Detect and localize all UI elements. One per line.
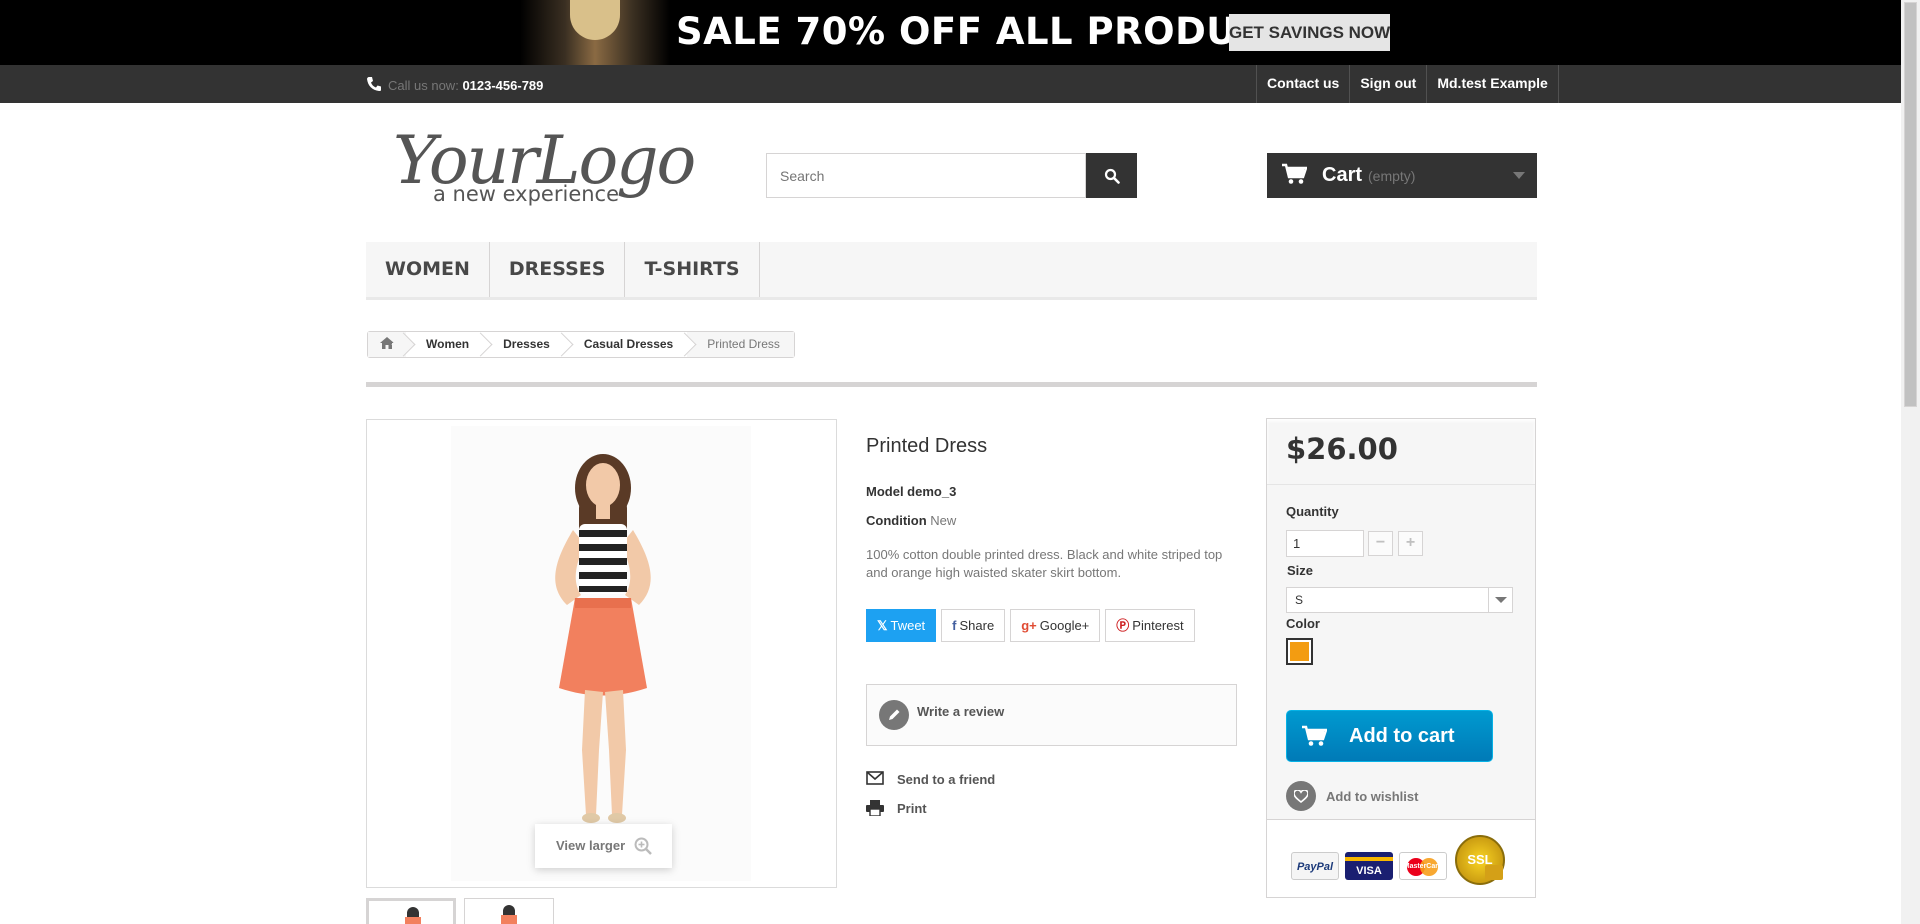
view-larger-label: View larger [556, 838, 626, 853]
banner-model-image [520, 0, 670, 65]
google-label: Google+ [1039, 618, 1090, 633]
cart-icon [1302, 725, 1327, 746]
social-share: 𝕏 Tweet f Share g+ Google+ Ⓟ Pinterest [866, 609, 1195, 642]
heart-icon [1286, 781, 1316, 811]
search-button[interactable] [1086, 153, 1137, 198]
call-us: Call us now: 0123-456-789 [366, 76, 543, 93]
google-plus-button[interactable]: g+ Google+ [1010, 609, 1101, 642]
phone-icon [367, 77, 381, 91]
color-label: Color [1286, 616, 1320, 631]
share-label: Share [959, 618, 995, 633]
price-area: $26.00 [1267, 419, 1535, 485]
thumbnail-2[interactable] [464, 898, 554, 924]
call-label: Call us now: [388, 78, 459, 93]
page-scrollbar[interactable] [1901, 0, 1920, 924]
print-label: Print [897, 801, 927, 816]
quantity-increase-button[interactable]: + [1398, 531, 1423, 556]
chevron-down-icon [1488, 588, 1512, 612]
quantity-input[interactable]: 1 [1286, 530, 1364, 557]
breadcrumb-dresses[interactable]: Dresses [483, 332, 564, 357]
tweet-button[interactable]: 𝕏 Tweet [866, 609, 937, 642]
main-menu: WOMEN DRESSES T-SHIRTS [366, 242, 1537, 300]
search-icon [1104, 168, 1120, 184]
printer-icon [866, 800, 884, 816]
quantity-label: Quantity [1286, 504, 1339, 519]
facebook-icon: f [952, 618, 957, 633]
color-swatch-orange[interactable] [1286, 638, 1313, 665]
breadcrumb-women[interactable]: Women [406, 332, 484, 357]
envelope-icon [866, 771, 884, 785]
product-title: Printed Dress [866, 435, 988, 457]
cart-label: Cart [1322, 164, 1363, 186]
top-navbar: Call us now: 0123-456-789 Contact us Sig… [0, 65, 1901, 103]
twitter-icon: 𝕏 [877, 618, 888, 633]
swatch-fill [1290, 642, 1309, 661]
wishlist-label: Add to wishlist [1326, 789, 1419, 804]
get-savings-button[interactable]: GET SAVINGS NOW [1229, 14, 1390, 51]
pencil-icon [879, 700, 909, 730]
breadcrumb-casual-dresses[interactable]: Casual Dresses [563, 332, 688, 357]
product-price: $26.00 [1286, 432, 1398, 466]
product-photo [555, 454, 651, 823]
page: SALE 70% OFF ALL PRODUCTS GET SAVINGS NO… [0, 0, 1920, 924]
size-label: Size [1287, 563, 1314, 578]
google-plus-icon: g+ [1021, 618, 1037, 633]
breadcrumb-home[interactable] [368, 332, 406, 357]
view-larger-button[interactable]: View larger [535, 824, 672, 868]
thumbnail-1[interactable] [366, 898, 456, 924]
size-value: S [1295, 593, 1304, 607]
product-condition: Condition New [866, 513, 956, 528]
buy-box: $26.00 Quantity 1 − + Size S Color Add t… [1266, 418, 1536, 898]
menu-item-dresses[interactable]: DRESSES [490, 242, 626, 297]
phone-number: 0123-456-789 [462, 78, 544, 93]
banner-headline: SALE 70% OFF ALL PRODUCTS [676, 10, 1318, 53]
tweet-label: Tweet [890, 618, 926, 633]
home-icon [380, 337, 394, 349]
write-review-link[interactable]: Write a review [917, 704, 1004, 719]
cart-icon [1282, 163, 1307, 184]
send-to-friend-label: Send to a friend [897, 772, 996, 787]
mastercard-logo: MasterCard [1399, 852, 1447, 880]
pinterest-button[interactable]: Ⓟ Pinterest [1105, 609, 1195, 642]
facebook-share-button[interactable]: f Share [941, 609, 1006, 642]
search-input[interactable] [766, 153, 1086, 198]
contact-us-link[interactable]: Contact us [1256, 65, 1349, 103]
condition-value: New [930, 513, 957, 528]
zoom-icon [634, 837, 652, 855]
pinterest-icon: Ⓟ [1116, 618, 1130, 633]
section-divider [366, 382, 1537, 387]
product-model: Model demo_3 [866, 484, 957, 499]
chevron-down-icon [1513, 172, 1525, 179]
quantity-decrease-button[interactable]: − [1368, 531, 1393, 556]
thumbnail-strip [366, 898, 554, 924]
cart-status: (empty) [1368, 168, 1416, 184]
product-image[interactable]: View larger [366, 419, 837, 888]
breadcrumb-current: Printed Dress [687, 332, 794, 357]
menu-item-tshirts[interactable]: T-SHIRTS [625, 242, 760, 297]
account-link[interactable]: Md.test Example [1426, 65, 1559, 103]
cart-button[interactable]: Cart (empty) [1267, 153, 1537, 198]
search-bar [766, 153, 1137, 198]
scrollbar-thumb[interactable] [1904, 2, 1917, 407]
review-box: Write a review [866, 684, 1237, 746]
promo-banner[interactable]: SALE 70% OFF ALL PRODUCTS GET SAVINGS NO… [0, 0, 1901, 65]
header-links: Contact us Sign out Md.test Example [1256, 65, 1559, 103]
add-to-cart-button[interactable]: Add to cart [1286, 710, 1493, 762]
pinterest-label: Pinterest [1132, 618, 1184, 633]
add-to-cart-label: Add to cart [1349, 725, 1455, 747]
breadcrumb: Women Dresses Casual Dresses Printed Dre… [367, 331, 795, 358]
sign-out-link[interactable]: Sign out [1349, 65, 1426, 103]
product-description: 100% cotton double printed dress. Black … [866, 547, 1223, 580]
paypal-logo: PayPal [1291, 852, 1339, 880]
menu-item-women[interactable]: WOMEN [366, 242, 490, 297]
condition-label: Condition [866, 513, 927, 528]
visa-logo: VISA [1345, 852, 1393, 880]
logo-tagline: a new experience [433, 182, 620, 206]
lock-icon [1485, 865, 1503, 880]
store-logo[interactable]: YourLogo a new experience [393, 122, 696, 214]
payment-logos: PayPal VISA MasterCard SSL [1267, 819, 1535, 897]
size-select[interactable]: S [1286, 587, 1513, 613]
